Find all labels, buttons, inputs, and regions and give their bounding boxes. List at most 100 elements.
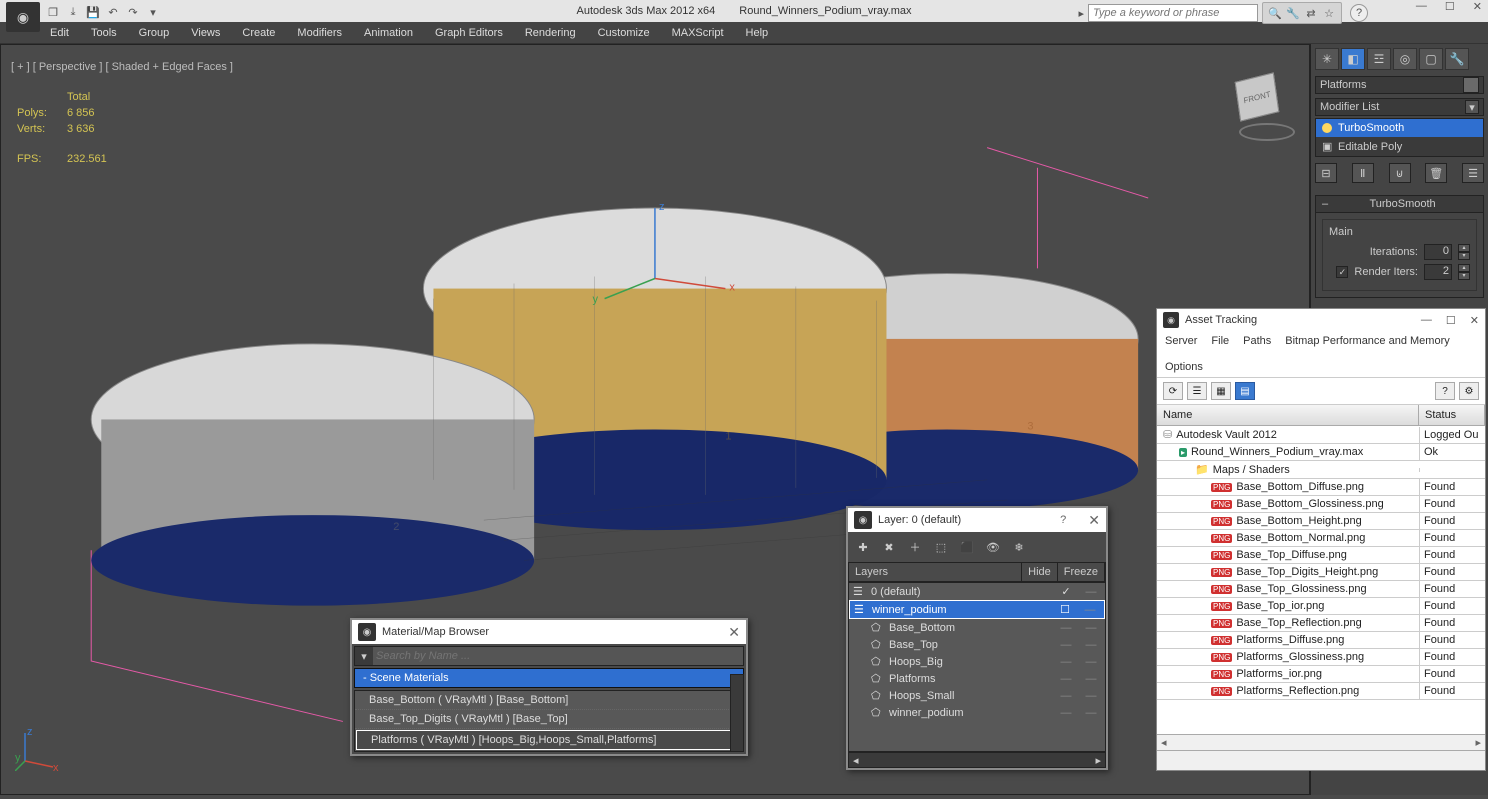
tab-create-icon[interactable]: ✳ [1315,48,1339,70]
spinner-down-icon[interactable]: ▾ [1458,272,1470,280]
menu-modifiers[interactable]: Modifiers [297,27,342,39]
menu-rendering[interactable]: Rendering [525,27,576,39]
exchange-icon[interactable]: ⇄ [1303,5,1319,21]
table-view-icon[interactable]: ▤ [1235,382,1255,400]
rollout-turbosmooth-header[interactable]: –TurboSmooth [1315,195,1484,213]
select-layers-icon[interactable]: ⬛ [958,538,976,556]
window-close-button[interactable]: ✕ [1473,0,1482,13]
qat-save-icon[interactable]: 💾 [84,4,102,20]
make-unique-icon[interactable]: ⊍ [1389,163,1411,183]
material-item[interactable]: Platforms ( VRayMtl ) [Hoops_Big,Hoops_S… [356,730,742,750]
key-icon[interactable]: 🔧 [1285,5,1301,21]
star-icon[interactable]: ☆ [1321,5,1337,21]
render-iters-checkbox[interactable]: ✓ [1336,266,1348,278]
configure-sets-icon[interactable]: ☰ [1462,163,1484,183]
window-minimize-button[interactable]: — [1416,0,1427,13]
modifier-turbosmooth[interactable]: TurboSmooth [1316,119,1483,137]
render-iters-spinner[interactable]: 2 [1424,264,1452,280]
material-item[interactable]: Base_Bottom ( VRayMtl ) [Base_Bottom] [355,691,743,710]
tab-display-icon[interactable]: ▢ [1419,48,1443,70]
asset-row[interactable]: PNGBase_Top_ior.pngFound [1157,598,1485,615]
viewport-label[interactable]: [ + ] [ Perspective ] [ Shaded + Edged F… [11,61,233,73]
menu-customize[interactable]: Customize [598,27,650,39]
window-minimize-button[interactable]: — [1421,314,1432,327]
menu-edit[interactable]: Edit [50,27,69,39]
object-color-swatch[interactable] [1463,77,1479,93]
asset-hscroll[interactable]: ◂▸ [1157,734,1485,750]
menu-graph-editors[interactable]: Graph Editors [435,27,503,39]
asset-row[interactable]: 📁Maps / Shaders [1157,461,1485,479]
menu-group[interactable]: Group [139,27,170,39]
refresh-icon[interactable]: ⟳ [1163,382,1183,400]
menu-maxscript[interactable]: MAXScript [672,27,724,39]
asset-row[interactable]: ⛁Autodesk Vault 2012Logged Ou [1157,426,1485,444]
qat-undo-icon[interactable]: ↶ [104,4,122,20]
asset-tracking-window[interactable]: ◉ Asset Tracking — ☐ ✕ ServerFilePathsBi… [1156,308,1486,771]
close-icon[interactable]: ✕ [728,624,740,641]
material-scrollbar[interactable] [730,674,744,752]
layer-row[interactable]: ⬠Platforms—— [849,670,1105,687]
modifier-list-dropdown[interactable]: Modifier List ▾ [1315,98,1484,116]
hide-unhide-icon[interactable]: 👁 [984,538,1002,556]
asset-menu-server[interactable]: Server [1165,335,1197,347]
asset-list[interactable]: ⛁Autodesk Vault 2012Logged Ou▸Round_Winn… [1157,426,1485,734]
layer-row[interactable]: ⬠Hoops_Small—— [849,687,1105,704]
help-icon[interactable]: ? [1435,382,1455,400]
window-maximize-button[interactable]: ☐ [1446,314,1456,327]
add-to-layer-icon[interactable]: ＋ [906,538,924,556]
material-map-browser-window[interactable]: ◉ Material/Map Browser ✕ ▾ - Scene Mater… [350,618,748,756]
show-end-result-icon[interactable]: Ⅱ [1352,163,1374,183]
asset-row[interactable]: PNGBase_Top_Glossiness.pngFound [1157,581,1485,598]
layer-window[interactable]: ◉ Layer: 0 (default) ? ✕ ✚ ✖ ＋ ⬚ ⬛ 👁 ❄ L… [846,506,1108,770]
tree-view-icon[interactable]: ▦ [1211,382,1231,400]
options-arrow-icon[interactable]: ▾ [355,650,373,663]
menu-create[interactable]: Create [242,27,275,39]
freeze-icon[interactable]: ❄ [1010,538,1028,556]
layer-row[interactable]: ⬠Base_Bottom—— [849,619,1105,636]
material-list[interactable]: Base_Bottom ( VRayMtl ) [Base_Bottom]Bas… [354,690,744,752]
tab-motion-icon[interactable]: ◎ [1393,48,1417,70]
material-browser-titlebar[interactable]: ◉ Material/Map Browser ✕ [352,620,746,644]
asset-row[interactable]: ▸Round_Winners_Podium_vray.maxOk [1157,444,1485,461]
material-item[interactable]: Base_Top_Digits ( VRayMtl ) [Base_Top] [355,710,743,729]
remove-modifier-icon[interactable]: 🗑 [1425,163,1447,183]
list-view-icon[interactable]: ☰ [1187,382,1207,400]
qat-more-icon[interactable]: ▾ [144,4,162,20]
modifier-editable-poly[interactable]: ▣Editable Poly [1316,137,1483,156]
object-name-field[interactable]: Platforms [1315,76,1484,94]
spinner-up-icon[interactable]: ▴ [1458,264,1470,272]
pin-stack-icon[interactable]: ⊟ [1315,163,1337,183]
asset-row[interactable]: PNGBase_Top_Diffuse.pngFound [1157,547,1485,564]
layer-row[interactable]: ⬠Base_Top—— [849,636,1105,653]
search-icon[interactable]: 🔍 [1267,5,1283,21]
asset-row[interactable]: PNGBase_Top_Digits_Height.pngFound [1157,564,1485,581]
viewcube-face[interactable]: FRONT [1235,72,1280,121]
asset-menu-bitmap[interactable]: Bitmap Performance and Memory [1285,335,1449,347]
asset-row[interactable]: PNGPlatforms_Glossiness.pngFound [1157,649,1485,666]
asset-row[interactable]: PNGBase_Bottom_Height.pngFound [1157,513,1485,530]
spinner-down-icon[interactable]: ▾ [1458,252,1470,260]
tab-hierarchy-icon[interactable]: ☲ [1367,48,1391,70]
asset-tracking-titlebar[interactable]: ◉ Asset Tracking — ☐ ✕ [1157,309,1485,331]
new-layer-icon[interactable]: ✚ [854,538,872,556]
menu-views[interactable]: Views [191,27,220,39]
material-search-input[interactable] [373,647,743,665]
spinner-up-icon[interactable]: ▴ [1458,244,1470,252]
asset-row[interactable]: PNGBase_Bottom_Normal.pngFound [1157,530,1485,547]
modifier-stack[interactable]: TurboSmooth▣Editable Poly [1315,118,1484,157]
app-menu-icon[interactable]: ◉ [6,2,40,32]
iterations-spinner[interactable]: 0 [1424,244,1452,260]
asset-row[interactable]: PNGBase_Top_Reflection.pngFound [1157,615,1485,632]
help-icon[interactable]: ? [1060,514,1066,526]
infocenter-arrow-icon[interactable]: ▸ [1078,7,1084,20]
asset-row[interactable]: PNGBase_Bottom_Diffuse.pngFound [1157,479,1485,496]
scene-materials-group[interactable]: - Scene Materials [354,668,744,688]
tab-utilities-icon[interactable]: 🔧 [1445,48,1469,70]
qat-open-icon[interactable]: ⤓ [64,4,82,20]
search-input[interactable] [1088,4,1258,22]
menu-tools[interactable]: Tools [91,27,117,39]
asset-menu-file[interactable]: File [1211,335,1229,347]
select-objects-icon[interactable]: ⬚ [932,538,950,556]
delete-layer-icon[interactable]: ✖ [880,538,898,556]
asset-row[interactable]: PNGPlatforms_Diffuse.pngFound [1157,632,1485,649]
